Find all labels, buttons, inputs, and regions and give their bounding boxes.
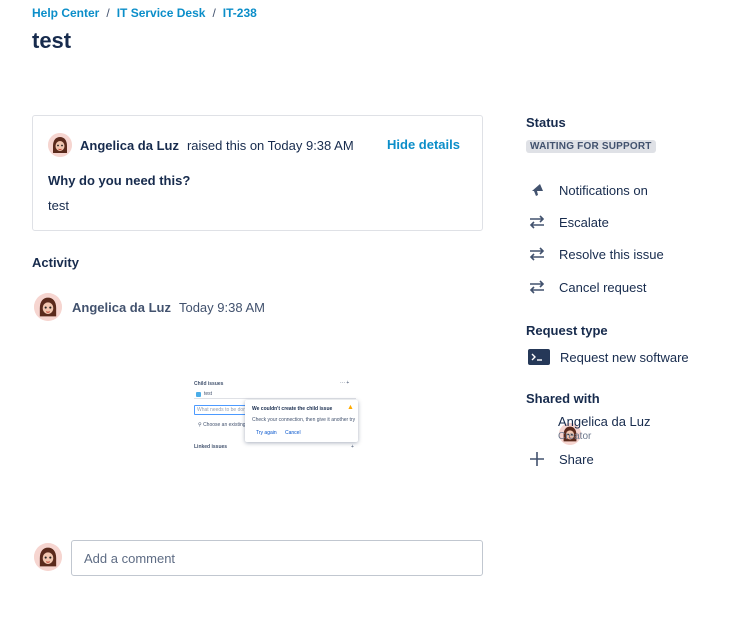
thumb-error-dialog: We couldn't create the child issue ▲ Che… xyxy=(245,400,358,442)
thumb-child-issues: Child issues xyxy=(194,381,224,387)
thumb-add-icon: + xyxy=(351,444,354,450)
transition-icon xyxy=(528,278,546,296)
escalate-button[interactable]: Escalate xyxy=(528,213,609,231)
thumb-choose-text: Choose an existing xyxy=(203,422,246,428)
breadcrumb: Help Center / IT Service Desk / IT-238 xyxy=(32,6,257,20)
attachment-thumbnail[interactable]: Child issues ··· + test What needs to be… xyxy=(192,378,358,452)
field-question: Why do you need this? xyxy=(48,173,191,188)
status-badge: WAITING FOR SUPPORT xyxy=(526,140,656,153)
transition-icon xyxy=(528,245,546,263)
thumb-error-title: We couldn't create the child issue xyxy=(252,406,333,412)
breadcrumb-help-center[interactable]: Help Center xyxy=(32,6,99,20)
thumb-linked-issues: Linked issues xyxy=(194,444,228,450)
warning-icon: ▲ xyxy=(347,404,354,411)
reporter-name[interactable]: Angelica da Luz xyxy=(80,138,179,153)
raised-text: raised this on Today 9:38 AM xyxy=(186,137,354,153)
subtask-icon xyxy=(196,392,201,397)
action-label: Notifications on xyxy=(559,182,648,198)
shared-user-name[interactable]: Angelica da Luz xyxy=(558,414,651,429)
thumb-more-icon: ··· + xyxy=(340,380,350,386)
request-type-heading: Request type xyxy=(526,323,608,338)
status-heading: Status xyxy=(526,115,566,130)
avatar xyxy=(34,543,62,571)
cancel-request-button[interactable]: Cancel request xyxy=(528,278,646,296)
share-button[interactable]: Share xyxy=(528,450,594,468)
breadcrumb-it-service-desk[interactable]: IT Service Desk xyxy=(117,6,206,20)
raised-by-line: Angelica da Luz raised this on Today 9:3… xyxy=(48,133,354,157)
notifications-toggle[interactable]: Notifications on xyxy=(528,181,648,199)
activity-author[interactable]: Angelica da Luz xyxy=(72,300,171,315)
action-label: Escalate xyxy=(559,214,609,230)
activity-time: Today 9:38 AM xyxy=(178,299,265,315)
request-type-label: Request new software xyxy=(560,349,689,365)
megaphone-icon xyxy=(528,181,546,199)
comment-input[interactable]: Add a comment xyxy=(71,540,483,576)
activity-heading: Activity xyxy=(32,255,79,270)
breadcrumb-separator: / xyxy=(106,6,110,20)
avatar[interactable] xyxy=(34,293,62,321)
thumb-placeholder: What needs to be done? xyxy=(197,407,252,413)
thumb-choose: ⚲ Choose an existing xyxy=(198,422,246,428)
activity-entry-header: Angelica da Luz Today 9:38 AM xyxy=(34,293,265,321)
request-type-value: Request new software xyxy=(528,348,689,366)
thumb-issue-name: test xyxy=(204,391,213,397)
field-answer: test xyxy=(48,198,69,213)
thumb-cancel: Cancel xyxy=(285,430,301,436)
resolve-issue-button[interactable]: Resolve this issue xyxy=(528,245,664,263)
share-label: Share xyxy=(559,451,594,467)
breadcrumb-separator: / xyxy=(212,6,216,20)
shared-user-role: Creator xyxy=(558,431,592,442)
breadcrumb-issue-key[interactable]: IT-238 xyxy=(223,6,257,20)
action-label: Resolve this issue xyxy=(559,246,664,262)
thumb-error-body: Check your connection, then give it anot… xyxy=(252,417,356,423)
action-label: Cancel request xyxy=(559,279,647,295)
avatar[interactable] xyxy=(48,133,72,157)
page-title: test xyxy=(32,28,72,53)
thumb-issue-row: test xyxy=(194,390,356,399)
hide-details-link[interactable]: Hide details xyxy=(387,137,460,152)
shared-with-heading: Shared with xyxy=(526,391,600,406)
thumb-try-again: Try again xyxy=(256,430,277,436)
plus-icon xyxy=(528,450,546,468)
terminal-icon xyxy=(528,348,550,366)
thumb-input: What needs to be done? xyxy=(194,405,252,415)
transition-icon xyxy=(528,213,546,231)
